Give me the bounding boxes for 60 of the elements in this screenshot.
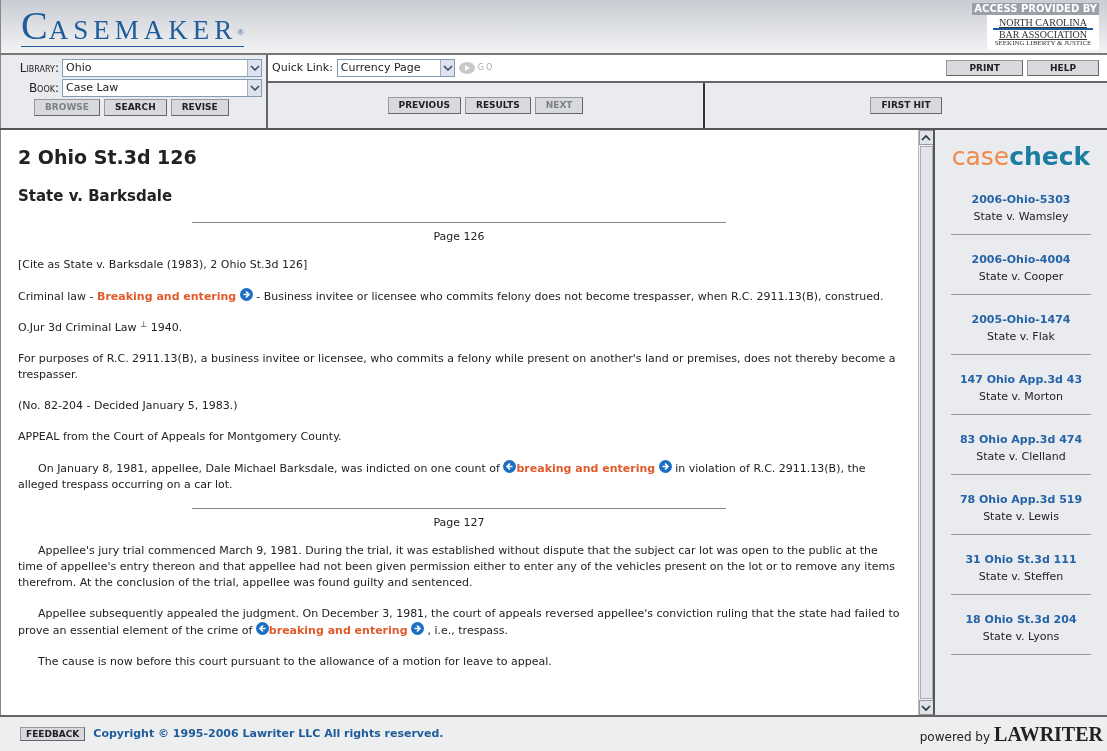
search-hit-link[interactable]: breaking and entering (516, 461, 656, 475)
paragraph: [Cite as State v. Barksdale (1983), 2 Ohio St.3d 126] (18, 257, 309, 274)
case-name: State v. Lyons (982, 628, 1060, 645)
paragraph: For purposes of R.C. 2911.13(B), a business invitee or licensee, who commits a felony while present on another's land or premises, does not thereby become a trespasser. (18, 351, 897, 383)
case-name: State v. Flak (987, 328, 1055, 345)
case-name: State v. Wamsley (973, 208, 1069, 225)
casecheck-logo: casecheck (951, 144, 1091, 169)
scroll-down-button[interactable] (918, 700, 934, 715)
powered-by-label: powered by (919, 729, 991, 746)
toolbar-button[interactable]: SEARCH (104, 99, 167, 116)
field-label: Book: (27, 80, 59, 97)
nav-button[interactable]: PREVIOUS (387, 97, 461, 114)
left-arrow-icon[interactable] (503, 459, 517, 473)
paragraph: O.Jur 3d Criminal Law $^{⊥}$ 1940. (18, 320, 184, 337)
scroll-up-button[interactable] (918, 130, 934, 145)
access-label: ACCESS PROVIDED BY (972, 3, 1099, 15)
case-title: State v. Barksdale (18, 186, 174, 205)
paragraph: Appellee subsequently appealed the judgment. On December 3, 1981, the court of appeals reversed appellee's conviction ruling that the state had failed to prove an essential element of the crime of breaking and entering , i.e., trespass. (18, 606, 900, 639)
logo: CASEMAKER$^{®}$ (21, 6, 245, 47)
toolbar-button[interactable]: REVISE (170, 99, 229, 116)
right-arrow-icon[interactable] (239, 288, 253, 302)
field-label: Library: (18, 60, 59, 77)
case-citation-link[interactable]: 2006-Ohio-4004 (971, 252, 1071, 269)
right-arrow-icon[interactable] (411, 622, 424, 635)
left-arrow-icon[interactable] (255, 622, 269, 635)
case-name: State v. Morton (979, 388, 1063, 405)
play-icon (458, 62, 475, 74)
feedback-button[interactable]: FEEDBACK (20, 726, 86, 742)
case-citation-link[interactable]: 2005-Ohio-1474 (971, 312, 1071, 329)
case-name: State v. Clelland (976, 448, 1066, 465)
toolbar-button[interactable]: HELP (1027, 59, 1099, 77)
scrollbar-thumb[interactable] (919, 146, 933, 699)
case-name: State v. Steffen (978, 568, 1064, 585)
paragraph: Criminal law - Breaking and entering - Business invitee or licensee who commits felony does not become trespasser, when R.C. 2911.13(B), construed. (18, 288, 885, 306)
case-citation-link[interactable]: 18 Ohio St.3d 204 (965, 612, 1077, 629)
paragraph: On January 8, 1981, appellee, Dale Michael Barksdale, was indicted on one count of breaking and entering in violation of R.C. 2911.13(B), the alleged trespass occurring on a car lot. (18, 459, 867, 493)
nav-button[interactable]: RESULTS (464, 97, 531, 114)
case-citation-link[interactable]: 78 Ohio App.3d 519 (959, 492, 1083, 509)
paragraph: Appellee's jury trial commenced March 9, 1981. During the trial, it was established without dispute that the subject car lot was open to the public at the time of appellee's entry thereon and that appellee had not been given permission either to enter any of the vehicles present on the lot or to remove any items therefrom. At the conclusion of the trial, appellee was found guilty and sentenced. (18, 543, 896, 592)
search-hit-link[interactable]: breaking and entering (268, 624, 408, 637)
quick-link-select[interactable]: Currency Page (336, 59, 455, 77)
brand-logo: LAWRITER (994, 722, 1103, 747)
paragraph: The cause is now before this court pursuant to the allowance of a motion for leave to appeal. (37, 653, 553, 670)
case-citation-link[interactable]: 147 Ohio App.3d 43 (959, 372, 1083, 389)
case-name: State v. Lewis (983, 508, 1059, 525)
right-arrow-icon[interactable] (658, 459, 672, 473)
book-select[interactable]: Case Law (62, 79, 262, 97)
toolbar-button[interactable]: PRINT (946, 59, 1023, 77)
library-select[interactable]: Ohio (62, 59, 262, 77)
first-hit-button[interactable]: FIRST HIT (870, 97, 942, 114)
citation-title: 2 Ohio St.3d 126 (18, 146, 198, 169)
case-citation-link[interactable]: 31 Ohio St.3d 111 (965, 552, 1077, 569)
copyright-text: Copyright © 1995-2006 Lawriter LLC All rights reserved. (93, 725, 444, 742)
search-hit-link[interactable]: Breaking and entering (97, 290, 237, 304)
field-label: Quick Link: (272, 59, 333, 76)
case-name: State v. Cooper (978, 268, 1064, 285)
paragraph: (No. 82-204 - Decided January 5, 1983.) (18, 398, 239, 414)
case-citation-link[interactable]: 2006-Ohio-5303 (971, 192, 1071, 209)
paragraph: APPEAL from the Court of Appeals for Montgomery County. (18, 428, 343, 445)
case-citation-link[interactable]: 83 Ohio App.3d 474 (959, 432, 1083, 449)
